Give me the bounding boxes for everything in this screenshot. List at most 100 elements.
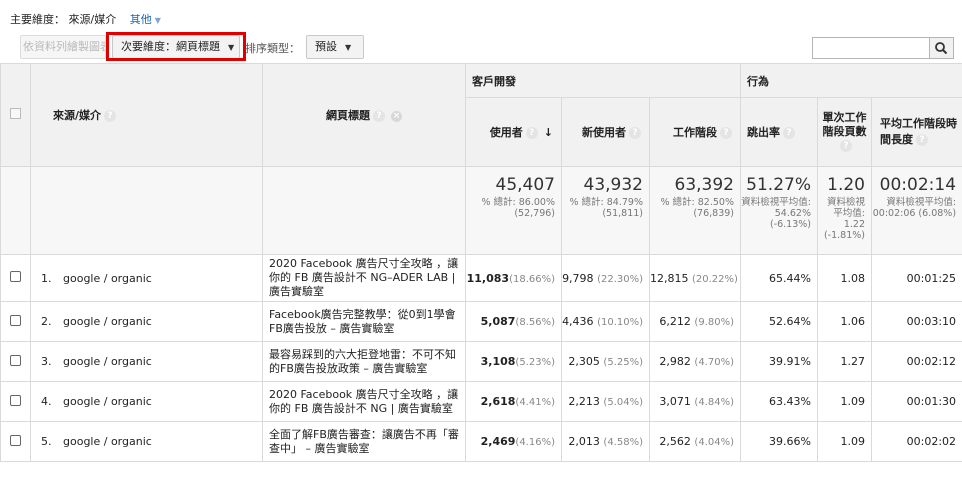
users-cell: 2,469(4.16%) (465, 421, 562, 462)
help-icon[interactable]: ? (373, 110, 385, 122)
source-medium-link[interactable]: google / organic (63, 272, 152, 285)
total-avg-duration: 00:02:14 資料檢視平均值: 00:02:06 (6.08%) (870, 166, 962, 255)
avg-duration-cell: 00:02:02 (870, 421, 962, 462)
users-cell: 11,083(18.66%) (465, 254, 562, 302)
page-title-cell[interactable]: 2020 Facebook 廣告尺寸全攻略 ，讓你的 FB 廣告設計不 NG–A… (262, 254, 466, 302)
users-cell: 3,108(5.23%) (465, 341, 562, 382)
sessions-header[interactable]: 工作階段? (649, 97, 741, 167)
primary-dimension-label: 主要維度： (10, 13, 65, 26)
new-users-header[interactable]: 新使用者? (561, 97, 650, 167)
row-index: 4. (41, 395, 52, 408)
sessions-cell: 2,982 (4.70%) (649, 341, 741, 382)
source-medium-cell[interactable]: 1. google / organic (30, 254, 263, 302)
row-checkbox[interactable] (10, 434, 21, 446)
page-title-cell[interactable]: 2020 Facebook 廣告尺寸全攻略 ，讓你的 FB 廣告設計不 NG |… (262, 381, 466, 422)
total-sessions: 63,392% 總計: 82.50% (76,839) (649, 166, 741, 255)
source-medium-cell[interactable]: 3. google / organic (30, 341, 263, 382)
table-row: 5. google / organic 全面了解FB廣告審查：讓廣告不再「審查中」… (0, 421, 962, 462)
acquisition-group-header: 客戶開發 (465, 63, 741, 98)
total-pages-per-session: 1.20 資料檢視平均值: 1.22 (-1.81%) (817, 166, 872, 255)
source-medium-link[interactable]: google / organic (63, 395, 152, 408)
new-users-cell: 2,305 (5.25%) (561, 341, 650, 382)
row-index: 3. (41, 355, 52, 368)
row-checkbox[interactable] (10, 394, 21, 406)
help-icon[interactable]: ? (916, 134, 928, 146)
pages-per-session-header[interactable]: 單次工作階段頁數? (817, 97, 872, 167)
new-users-cell: 2,013 (4.58%) (561, 421, 650, 462)
help-icon[interactable]: ? (783, 127, 795, 139)
row-index: 1. (41, 271, 52, 285)
bounce-rate-cell: 52.64% (740, 301, 818, 342)
chevron-down-icon: ▼ (345, 43, 352, 52)
new-users-cell: 2,213 (5.04%) (561, 381, 650, 422)
primary-dimension-value[interactable]: 來源/媒介 (69, 13, 117, 26)
other-dimension-link[interactable]: 其他 ▼ (130, 13, 161, 26)
sessions-cell: 12,815 (20.22%) (649, 254, 741, 302)
remove-dimension-icon[interactable]: × (391, 110, 402, 122)
users-header[interactable]: 使用者? ↓ (465, 97, 562, 167)
help-icon[interactable]: ? (720, 127, 732, 139)
row-index: 5. (41, 435, 52, 448)
sort-type-dropdown[interactable]: 預設 ▼ (306, 35, 364, 59)
search-icon (935, 42, 948, 55)
row-checkbox[interactable] (10, 271, 21, 282)
select-all-checkbox[interactable] (10, 108, 21, 119)
sort-type-label: 排序類型： (245, 42, 300, 55)
report-table: 來源/媒介? 網頁標題? × 客戶開發 行為 使用者? ↓ 新使用者? 工作階段? … (0, 63, 962, 462)
page-title-header[interactable]: 網頁標題? × (262, 63, 466, 167)
avg-session-duration-header[interactable]: 平均工作階段時間長度? (870, 97, 962, 167)
bounce-rate-cell: 63.43% (740, 381, 818, 422)
total-bounce-rate: 51.27% 資料檢視平均值: 54.62% (-6.13%) (740, 166, 818, 255)
select-all-cell (0, 63, 31, 167)
sessions-cell: 2,562 (4.04%) (649, 421, 741, 462)
source-medium-cell[interactable]: 2. google / organic (30, 301, 263, 342)
total-users: 45,407% 總計: 86.00% (52,796) (465, 166, 562, 255)
pages-per-session-cell: 1.27 (817, 341, 872, 382)
search-button[interactable] (929, 37, 954, 59)
source-medium-cell[interactable]: 4. google / organic (30, 381, 263, 422)
bounce-rate-cell: 39.91% (740, 341, 818, 382)
table-row: 3. google / organic 最容易踩到的六大拒登地雷：不可不知的FB廣… (0, 341, 962, 382)
page-title-cell[interactable]: Facebook廣告完整教學：從0到1學會FB廣告投放 – 廣告實驗室 (262, 301, 466, 342)
help-icon[interactable]: ? (104, 110, 117, 122)
chevron-down-icon: ▼ (154, 16, 161, 25)
bounce-rate-cell: 39.66% (740, 421, 818, 462)
pages-per-session-cell: 1.06 (817, 301, 872, 342)
sessions-cell: 3,071 (4.84%) (649, 381, 741, 422)
search-input[interactable] (812, 37, 930, 59)
avg-duration-cell: 00:02:12 (870, 341, 962, 382)
users-cell: 2,618(4.41%) (465, 381, 562, 422)
users-cell: 5,087(8.56%) (465, 301, 562, 342)
source-medium-header[interactable]: 來源/媒介? (30, 63, 263, 167)
avg-duration-cell: 00:03:10 (870, 301, 962, 342)
highlight-box (106, 32, 246, 61)
bounce-rate-cell: 65.44% (740, 254, 818, 302)
avg-duration-cell: 00:01:30 (870, 381, 962, 422)
row-checkbox[interactable] (10, 314, 21, 326)
primary-dimension-row: 主要維度： 來源/媒介 其他 ▼ (10, 11, 161, 27)
source-medium-link[interactable]: google / organic (63, 355, 152, 368)
help-icon[interactable]: ? (629, 127, 641, 139)
row-index: 2. (41, 315, 52, 328)
pages-per-session-cell: 1.09 (817, 421, 872, 462)
help-icon[interactable]: ? (525, 127, 538, 139)
plot-rows-button[interactable]: 依資料列繪製圖表 (20, 35, 106, 59)
page-title-cell[interactable]: 最容易踩到的六大拒登地雷：不可不知的FB廣告投放政策 – 廣告實驗室 (262, 341, 466, 382)
pages-per-session-cell: 1.08 (817, 254, 872, 302)
source-medium-link[interactable]: google / organic (63, 315, 152, 328)
help-icon[interactable]: ? (840, 140, 852, 152)
pages-per-session-cell: 1.09 (817, 381, 872, 422)
new-users-cell: 4,436 (10.10%) (561, 301, 650, 342)
new-users-cell: 9,798 (22.30%) (561, 254, 650, 302)
table-row: 1. google / organic 2020 Facebook 廣告尺寸全攻略… (0, 254, 962, 302)
total-new-users: 43,932% 總計: 84.79% (51,811) (561, 166, 650, 255)
table-row: 4. google / organic 2020 Facebook 廣告尺寸全攻略… (0, 381, 962, 422)
avg-duration-cell: 00:01:25 (870, 254, 962, 302)
source-medium-cell[interactable]: 5. google / organic (30, 421, 263, 462)
sessions-cell: 6,212 (9.80%) (649, 301, 741, 342)
source-medium-link[interactable]: google / organic (63, 435, 152, 448)
row-checkbox[interactable] (10, 354, 21, 366)
sort-desc-icon: ↓ (543, 126, 553, 139)
page-title-cell[interactable]: 全面了解FB廣告審查：讓廣告不再「審查中」 – 廣告實驗室 (262, 421, 466, 462)
bounce-rate-header[interactable]: 跳出率? (740, 97, 818, 167)
